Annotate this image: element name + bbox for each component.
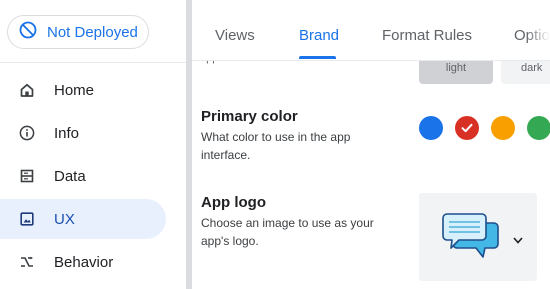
- sidebar-item-home[interactable]: Home: [0, 70, 166, 110]
- theme-option-label: dark: [521, 62, 543, 74]
- primary-color-title: Primary color: [201, 108, 298, 125]
- not-deployed-icon: [18, 20, 38, 44]
- sidebar-item-label: Info: [54, 124, 80, 142]
- ux-image-icon: [19, 211, 35, 227]
- primary-color-description: What color to use in the app interface.: [201, 130, 351, 162]
- caret-down-icon[interactable]: [513, 231, 523, 249]
- sidebar-item-label: Home: [54, 81, 95, 99]
- info-icon: [19, 125, 35, 141]
- color-swatch-orange[interactable]: [491, 116, 515, 140]
- app-logo-description: Choose an image to use as your app's log…: [201, 216, 374, 248]
- app-logo-title: App logo: [201, 194, 266, 211]
- deploy-status-button[interactable]: Not Deployed: [7, 15, 149, 49]
- color-swatch-red[interactable]: [455, 116, 479, 140]
- color-swatch-green[interactable]: [527, 116, 550, 140]
- behavior-icon: [19, 254, 35, 270]
- sidebar-item-label: UX: [54, 210, 75, 228]
- sidebar-nav: Home Info Data UX Behavior: [0, 70, 166, 285]
- data-icon: [19, 168, 35, 184]
- active-tab-indicator: [299, 56, 336, 59]
- main-panel: Views Brand Format Rules Optio app. ligh…: [192, 0, 550, 289]
- chat-bubbles-icon: [441, 211, 503, 266]
- sidebar-item-behavior[interactable]: Behavior: [0, 242, 166, 282]
- sidebar-item-info[interactable]: Info: [0, 113, 166, 153]
- tab-views[interactable]: Views: [215, 27, 255, 44]
- tab-overflow-fade: [526, 0, 550, 59]
- color-swatch-blue[interactable]: [419, 116, 443, 140]
- tab-brand[interactable]: Brand: [299, 27, 339, 44]
- sidebar-item-ux[interactable]: UX: [0, 199, 166, 239]
- sidebar-divider: [0, 62, 186, 63]
- theme-option-label: light: [445, 62, 467, 74]
- deploy-status-label: Not Deployed: [47, 23, 138, 41]
- app-logo-picker[interactable]: [419, 193, 537, 281]
- sidebar-item-label: Behavior: [54, 253, 114, 271]
- tab-format-rules[interactable]: Format Rules: [382, 27, 472, 44]
- tab-bar: Views Brand Format Rules Optio: [192, 0, 550, 61]
- home-icon: [19, 82, 35, 98]
- sidebar: Not Deployed Home Info Data UX Behavior: [0, 0, 186, 289]
- sidebar-item-data[interactable]: Data: [0, 156, 166, 196]
- checkmark-icon: [461, 123, 473, 133]
- sidebar-item-label: Data: [54, 167, 86, 185]
